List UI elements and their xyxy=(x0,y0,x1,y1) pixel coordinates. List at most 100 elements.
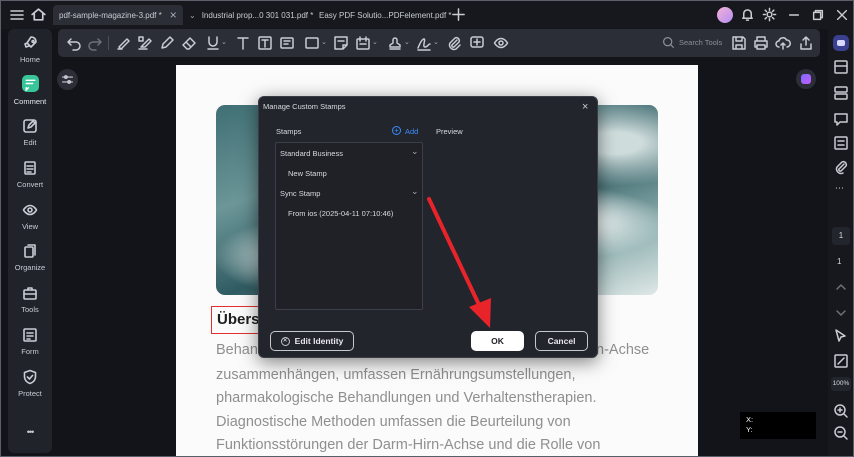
undo-icon[interactable] xyxy=(66,35,82,51)
ai-assistant-button[interactable] xyxy=(796,69,816,89)
new-tab-icon[interactable] xyxy=(451,7,466,22)
area-highlight-icon[interactable] xyxy=(137,35,153,51)
pencil-icon[interactable] xyxy=(159,35,175,51)
zoom-out-icon[interactable] xyxy=(833,425,849,441)
comments-panel-icon[interactable] xyxy=(833,111,849,127)
fit-page-icon[interactable] xyxy=(833,353,849,369)
zoom-in-icon[interactable] xyxy=(833,403,849,419)
textbox-icon[interactable] xyxy=(257,35,273,51)
save-icon[interactable] xyxy=(731,35,747,51)
hide-annotations-icon[interactable] xyxy=(493,35,509,51)
upload-cloud-icon[interactable] xyxy=(775,35,791,51)
print-icon[interactable] xyxy=(753,35,769,51)
group-label: Standard Business xyxy=(280,149,343,158)
left-navigation: Home Comment Edit Convert View Organize … xyxy=(8,29,52,453)
chevron-down-icon[interactable]: ⌄ xyxy=(321,38,327,46)
search-icon[interactable] xyxy=(662,36,675,49)
stamp-group-standard-business[interactable]: Standard Business ⌄ xyxy=(276,143,422,163)
restore-icon[interactable] xyxy=(811,8,825,22)
chevron-down-icon[interactable]: ⌄ xyxy=(404,38,410,46)
shape-rectangle-icon[interactable] xyxy=(304,35,320,51)
coordinates-readout: X: Y: xyxy=(740,412,816,439)
body-line: n-Achse xyxy=(596,342,650,358)
nav-view[interactable]: View xyxy=(8,202,52,231)
annotation-toolbar: ⌄ ⌄ ⌄ ⌄ ⌄ Search Tools xyxy=(58,29,820,57)
more-vertical-icon[interactable]: ⋯ xyxy=(835,183,844,194)
convert-icon xyxy=(22,160,38,176)
x-coordinate: X: xyxy=(746,415,754,424)
highlighter-icon[interactable] xyxy=(115,35,131,51)
avatar[interactable] xyxy=(717,7,733,23)
share-icon[interactable] xyxy=(798,35,814,51)
page-current-input[interactable]: 1 xyxy=(832,227,850,245)
close-window-icon[interactable] xyxy=(835,8,849,22)
nav-protect[interactable]: Protect xyxy=(8,369,52,398)
properties-icon[interactable] xyxy=(833,135,849,151)
nav-home[interactable]: Home xyxy=(8,35,52,64)
bell-icon[interactable] xyxy=(740,7,755,22)
cancel-button[interactable]: Cancel xyxy=(535,331,588,351)
nav-label: Edit xyxy=(23,138,37,147)
chevron-down-icon[interactable]: ⌄ xyxy=(221,38,227,46)
close-tab-icon[interactable]: × xyxy=(170,8,177,22)
stamp-item-from-ios[interactable]: From ios (2025-04-11 07:10:46) xyxy=(276,203,422,223)
chevron-down-icon[interactable]: ⌄ xyxy=(433,38,439,46)
menu-icon[interactable] xyxy=(9,7,25,23)
callout-icon[interactable] xyxy=(279,35,295,51)
stamp-menu-icon[interactable] xyxy=(355,35,371,51)
organize-icon xyxy=(22,243,38,259)
attachment-icon[interactable] xyxy=(446,35,462,51)
search-tools-input[interactable]: Search Tools xyxy=(679,38,722,47)
tab-industrial[interactable]: ⌄ Industrial prop...0 301 031.pdf * xyxy=(189,5,313,25)
stamp-list: Standard Business ⌄ New Stamp Sync Stamp… xyxy=(275,142,423,310)
signature-icon[interactable] xyxy=(416,35,432,51)
gear-icon[interactable] xyxy=(762,7,777,22)
ai-sidebar-icon[interactable] xyxy=(833,35,849,51)
annotation-arrow xyxy=(427,197,491,328)
tab-easy-pdf[interactable]: Easy PDF Solutio...PDFelement.pdf * xyxy=(319,5,452,25)
chevron-down-icon[interactable] xyxy=(833,305,849,321)
shield-icon xyxy=(22,369,38,385)
nav-comment[interactable]: Comment xyxy=(8,75,52,106)
nav-form[interactable]: Form xyxy=(8,327,52,356)
edit-identity-button[interactable]: ✕ Edit Identity xyxy=(270,331,354,351)
annotation-filter-button[interactable] xyxy=(57,69,78,90)
body-line: Funktionsstörungen der Darm-Hirn-Achse u… xyxy=(216,437,601,453)
tab-pdf-sample-magazine[interactable]: pdf-sample-magazine-3.pdf * × xyxy=(53,5,183,25)
nav-edit[interactable]: Edit xyxy=(8,118,52,147)
nav-tools[interactable]: Tools xyxy=(8,285,52,314)
nav-label: Comment xyxy=(13,97,47,106)
ok-button[interactable]: OK xyxy=(471,331,524,351)
stamp-icon[interactable] xyxy=(387,35,403,51)
nav-organize[interactable]: Organize xyxy=(8,243,52,272)
eraser-icon[interactable] xyxy=(181,35,197,51)
zoom-level[interactable]: 100% xyxy=(831,377,851,391)
redo-icon[interactable] xyxy=(87,35,103,51)
chevron-up-icon[interactable] xyxy=(833,279,849,295)
select-cursor-icon[interactable] xyxy=(833,328,849,344)
add-circle-icon[interactable]: + xyxy=(392,126,401,135)
add-stamp-link[interactable]: Add xyxy=(405,127,418,136)
nav-convert[interactable]: Convert xyxy=(8,160,52,189)
nav-label: Organize xyxy=(14,263,46,272)
more-icon[interactable]: ••• xyxy=(8,427,52,437)
stamp-group-sync-stamp[interactable]: Sync Stamp ⌄ xyxy=(276,183,422,203)
nav-label: Convert xyxy=(16,180,44,189)
note-icon[interactable] xyxy=(333,35,349,51)
close-dialog-icon[interactable]: × xyxy=(582,101,588,113)
page-total: 1 xyxy=(837,257,842,266)
panel-icon[interactable] xyxy=(833,59,849,75)
body-line: Behan xyxy=(216,342,258,358)
home-icon[interactable] xyxy=(30,6,47,23)
ai-icon xyxy=(801,74,811,84)
preview-label: Preview xyxy=(436,127,463,136)
text-icon[interactable] xyxy=(235,35,251,51)
layout-icon[interactable] xyxy=(833,85,849,101)
minimize-icon[interactable] xyxy=(787,8,801,22)
underline-icon[interactable] xyxy=(205,35,221,51)
comment-list-icon[interactable] xyxy=(469,35,485,51)
body-line: pharmakologische Behandlungen und Verhal… xyxy=(216,390,597,406)
attachment-panel-icon[interactable] xyxy=(833,159,849,175)
stamp-item-new-stamp[interactable]: New Stamp xyxy=(276,163,422,183)
chevron-down-icon[interactable]: ⌄ xyxy=(372,38,378,46)
